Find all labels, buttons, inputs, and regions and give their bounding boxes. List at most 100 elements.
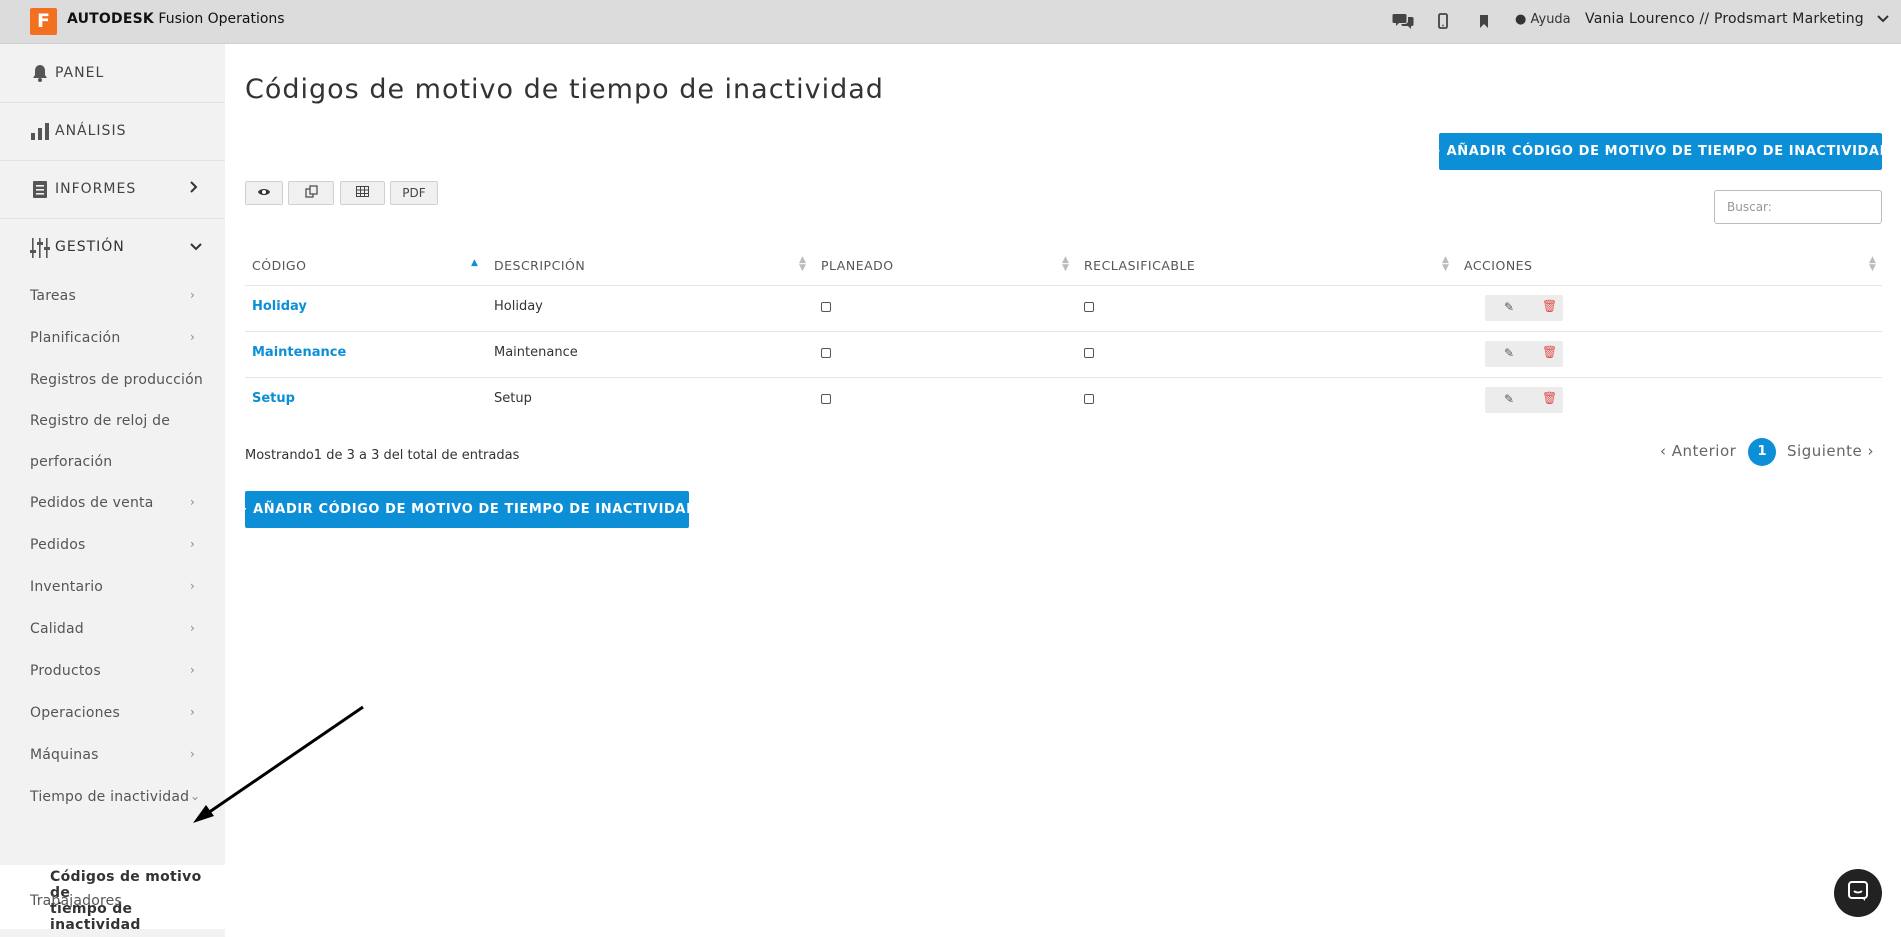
sidebar-subitem-label: Máquinas bbox=[30, 747, 99, 763]
bookmark-icon[interactable] bbox=[1479, 10, 1489, 32]
chat-bubble-icon bbox=[1847, 880, 1869, 906]
sidebar-item-reports[interactable]: INFORMES bbox=[0, 160, 225, 218]
pagination-previous[interactable]: ‹ Anterior bbox=[1660, 442, 1736, 460]
report-icon bbox=[30, 179, 50, 199]
search-input[interactable] bbox=[1714, 190, 1882, 224]
sidebar-subitem-label: Calidad bbox=[30, 621, 84, 637]
reclassifiable-checkbox bbox=[1084, 302, 1094, 312]
sidebar-subitem-tasks[interactable]: Tareas › bbox=[30, 288, 200, 304]
sliders-icon bbox=[30, 237, 50, 258]
bell-icon bbox=[30, 63, 50, 83]
sidebar-subitem-inventory[interactable]: Inventario › bbox=[30, 579, 200, 595]
table-cell-description: Setup bbox=[494, 391, 532, 406]
sidebar-subitem-workers[interactable]: Trabajadores bbox=[30, 893, 200, 909]
pagination-current-page[interactable]: 1 bbox=[1748, 438, 1776, 466]
chevron-right-icon: › bbox=[190, 579, 195, 593]
table-cell-code[interactable]: Maintenance bbox=[252, 345, 346, 360]
column-header-actions: ACCIONES bbox=[1464, 258, 1533, 273]
sidebar-subitem-clock-records[interactable]: Registro de reloj de bbox=[30, 413, 200, 429]
app-logo[interactable]: F bbox=[30, 8, 57, 35]
sort-icon[interactable]: ▲ ▼ bbox=[1442, 256, 1449, 273]
table-cell-description: Maintenance bbox=[494, 345, 578, 360]
sidebar: PANEL ANÁLISIS INFORMES GESTIÓN Tareas › … bbox=[0, 44, 225, 937]
table-icon bbox=[356, 186, 369, 200]
delete-icon[interactable]: 🗑 bbox=[1542, 345, 1557, 359]
table-cell-code[interactable]: Holiday bbox=[252, 299, 307, 314]
user-menu[interactable]: Vania Lourenco // Prodsmart Marketing bbox=[1585, 11, 1889, 27]
column-header-planned[interactable]: PLANEADO bbox=[821, 258, 894, 273]
copy-button[interactable] bbox=[288, 181, 334, 205]
excel-export-button[interactable] bbox=[340, 181, 385, 205]
brand-bold: AUTODESK bbox=[67, 11, 154, 27]
sidebar-item-management[interactable]: GESTIÓN bbox=[0, 218, 225, 276]
reclassifiable-checkbox bbox=[1084, 348, 1094, 358]
help-label: Ayuda bbox=[1530, 12, 1571, 27]
sidebar-subitem-operations[interactable]: Operaciones › bbox=[30, 705, 200, 721]
sidebar-subitem-orders[interactable]: Pedidos › bbox=[30, 537, 200, 553]
row-actions: ✎ 🗑 bbox=[1485, 295, 1563, 321]
add-downtime-code-button-bottom[interactable]: + AÑADIR CÓDIGO DE MOTIVO DE TIEMPO DE I… bbox=[237, 491, 697, 528]
sidebar-subitem-label: Productos bbox=[30, 663, 101, 679]
sidebar-subitem-label: Registro de reloj de bbox=[30, 413, 171, 429]
planned-checkbox bbox=[821, 394, 831, 404]
column-header-reclassifiable[interactable]: RECLASIFICABLE bbox=[1084, 258, 1195, 273]
sort-icon[interactable]: ▲ ▼ bbox=[1062, 256, 1069, 273]
table-info: Mostrando1 de 3 a 3 del total de entrada… bbox=[245, 448, 520, 463]
planned-checkbox bbox=[821, 348, 831, 358]
column-header-code[interactable]: CÓDIGO bbox=[252, 258, 306, 273]
sidebar-subitem-downtime[interactable]: Tiempo de inactividad ⌄ bbox=[30, 789, 200, 805]
chevron-right-icon: › bbox=[190, 705, 195, 719]
chevron-right-icon: › bbox=[190, 747, 195, 761]
chevron-down-icon bbox=[190, 239, 202, 255]
brand-name: AUTODESK Fusion Operations bbox=[67, 11, 285, 27]
sort-icon[interactable]: ▲ ▼ bbox=[1869, 256, 1876, 273]
chevron-right-icon: › bbox=[190, 621, 195, 635]
sidebar-item-label: ANÁLISIS bbox=[55, 123, 127, 139]
sidebar-subitem-quality[interactable]: Calidad › bbox=[30, 621, 200, 637]
planned-checkbox bbox=[821, 302, 831, 312]
sidebar-item-label: INFORMES bbox=[55, 181, 137, 197]
table-cell-code[interactable]: Setup bbox=[252, 391, 295, 406]
pdf-export-button[interactable]: PDF bbox=[390, 181, 438, 205]
add-downtime-code-button-top[interactable]: + AÑADIR CÓDIGO DE MOTIVO DE TIEMPO DE I… bbox=[1430, 133, 1890, 170]
table-divider bbox=[245, 331, 1882, 332]
column-header-description[interactable]: DESCRIPCIÓN bbox=[494, 258, 585, 273]
chat-icon[interactable] bbox=[1392, 10, 1414, 32]
edit-icon[interactable]: ✎ bbox=[1504, 300, 1514, 314]
sidebar-subitem-label: Tiempo de inactividad bbox=[30, 789, 190, 805]
copy-icon bbox=[304, 185, 318, 201]
column-visibility-button[interactable] bbox=[245, 181, 283, 205]
delete-icon[interactable]: 🗑 bbox=[1542, 391, 1557, 405]
question-icon: ● bbox=[1515, 12, 1527, 27]
row-actions: ✎ 🗑 bbox=[1485, 341, 1563, 367]
sidebar-subitem-sales-orders[interactable]: Pedidos de venta › bbox=[30, 495, 200, 511]
edit-icon[interactable]: ✎ bbox=[1504, 346, 1514, 360]
sidebar-subitem-label: Trabajadores bbox=[30, 893, 122, 909]
help-link[interactable]: ● Ayuda bbox=[1515, 12, 1571, 27]
sidebar-subitem-label: Registros de producción bbox=[30, 372, 203, 388]
chat-widget-button[interactable] bbox=[1834, 869, 1882, 917]
delete-icon[interactable]: 🗑 bbox=[1542, 299, 1557, 313]
sidebar-item-analysis[interactable]: ANÁLISIS bbox=[0, 102, 225, 160]
sidebar-subitem-machines[interactable]: Máquinas › bbox=[30, 747, 200, 763]
chevron-down-icon bbox=[1876, 11, 1889, 27]
sidebar-subitem-planning[interactable]: Planificación › bbox=[30, 330, 200, 346]
sidebar-subitem-label: Planificación bbox=[30, 330, 121, 346]
mobile-icon[interactable] bbox=[1438, 10, 1448, 32]
sidebar-item-panel[interactable]: PANEL bbox=[0, 44, 225, 102]
sidebar-item-label: GESTIÓN bbox=[55, 239, 125, 255]
sidebar-subitem-production-records[interactable]: Registros de producción bbox=[30, 372, 203, 388]
sidebar-subitem-label: Tareas bbox=[30, 288, 76, 304]
sidebar-subitem-label: perforación bbox=[30, 454, 113, 470]
sidebar-item-label: PANEL bbox=[55, 65, 105, 81]
reclassifiable-checkbox bbox=[1084, 394, 1094, 404]
sidebar-subitem-products[interactable]: Productos › bbox=[30, 663, 200, 679]
sort-asc-icon[interactable]: ▲ bbox=[471, 259, 478, 268]
edit-icon[interactable]: ✎ bbox=[1504, 392, 1514, 406]
page-title: Códigos de motivo de tiempo de inactivid… bbox=[245, 74, 884, 105]
chevron-right-icon: › bbox=[190, 495, 195, 509]
sidebar-subitem-clock-records-line2[interactable]: perforación bbox=[30, 454, 200, 470]
sort-icon[interactable]: ▲ ▼ bbox=[799, 256, 806, 273]
pagination-next[interactable]: Siguiente › bbox=[1787, 442, 1874, 460]
chevron-right-icon: › bbox=[190, 330, 195, 344]
